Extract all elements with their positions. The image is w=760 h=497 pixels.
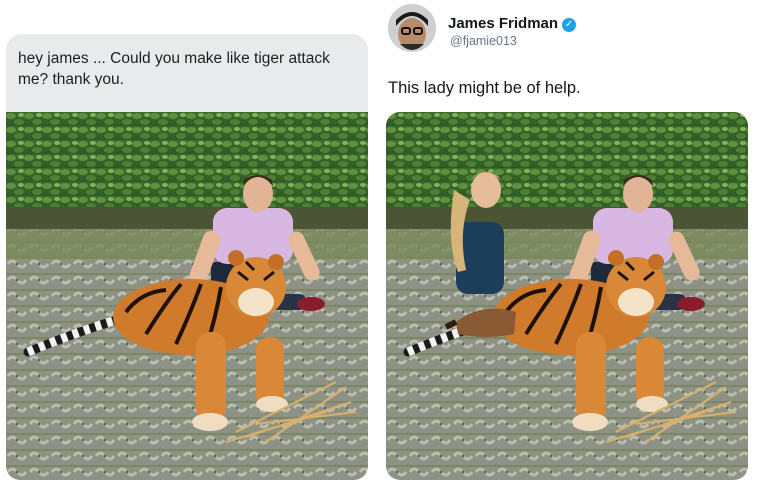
avatar[interactable] <box>388 4 436 52</box>
response-panel: James Fridman ✓ @fjamie013 This lady migh… <box>380 0 760 497</box>
original-photo <box>6 112 368 480</box>
request-message: hey james ... Could you make like tiger … <box>6 34 368 112</box>
tweet-author: James Fridman ✓ @fjamie013 <box>388 4 688 54</box>
author-name-text: James Fridman <box>448 15 559 32</box>
author-name[interactable]: James Fridman ✓ <box>448 15 577 32</box>
request-panel: hey james ... Could you make like tiger … <box>0 0 378 497</box>
verified-badge-icon: ✓ <box>562 18 577 32</box>
edited-photo <box>386 112 748 480</box>
author-handle[interactable]: @fjamie013 <box>450 34 517 48</box>
reply-text: This lady might be of help. <box>388 79 581 97</box>
